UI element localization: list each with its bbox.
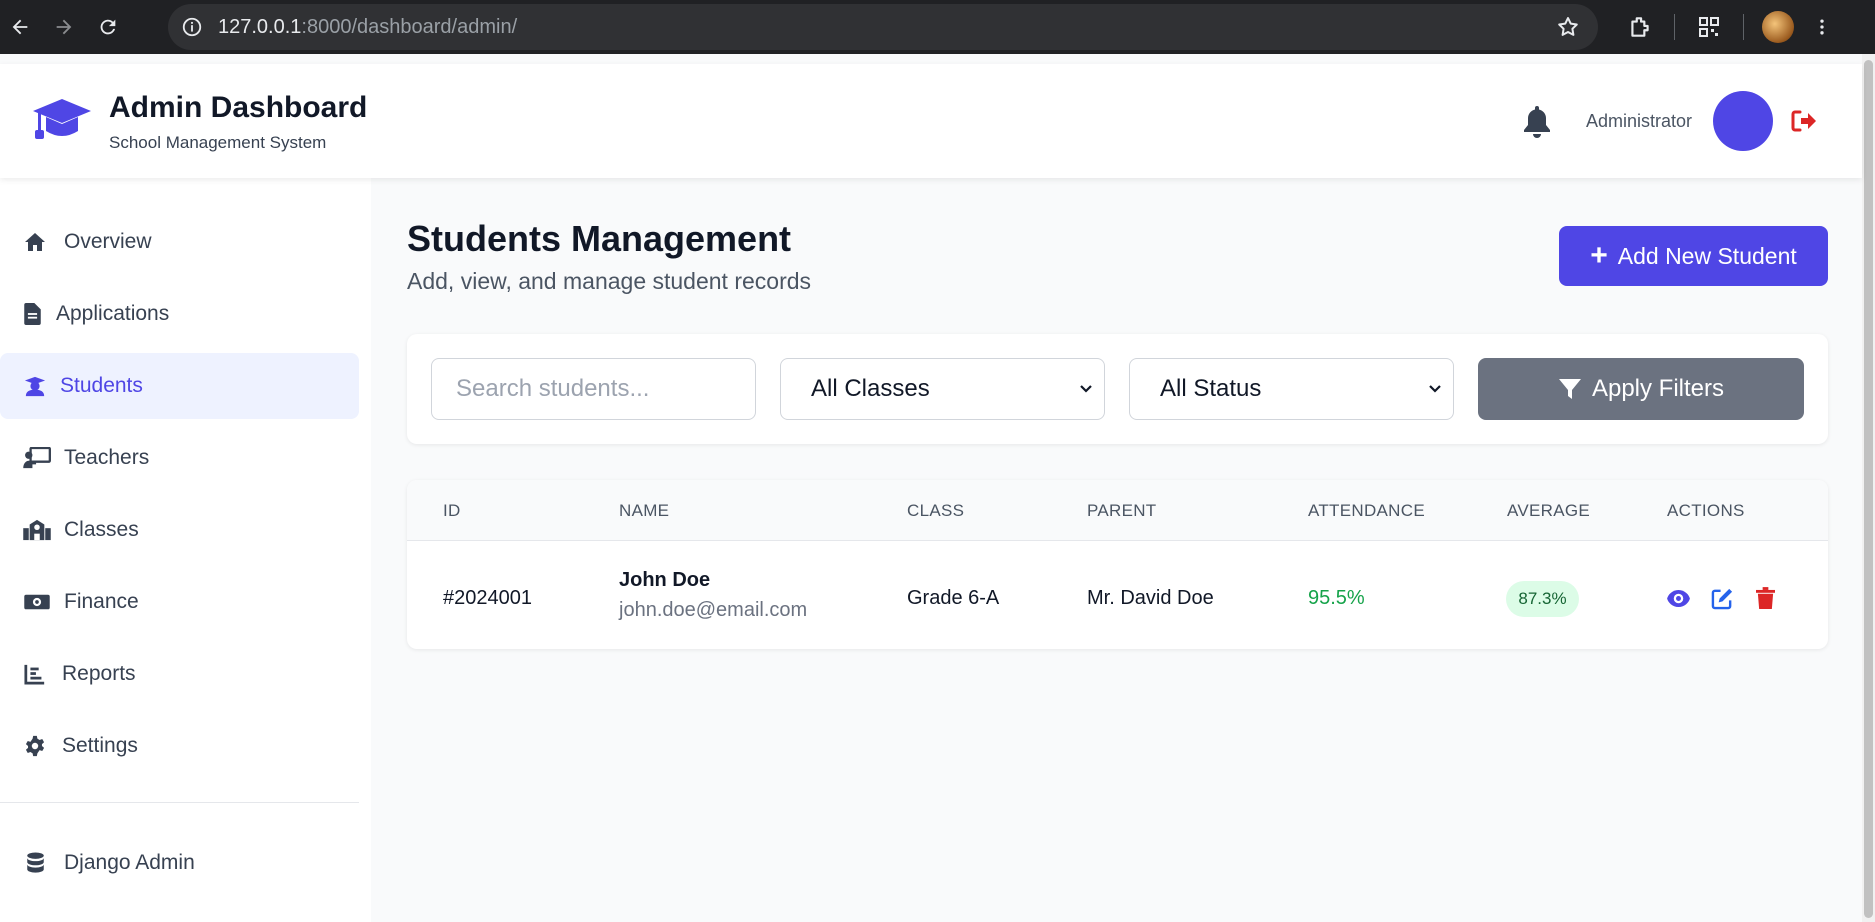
delete-trash-icon[interactable] — [1752, 585, 1778, 611]
students-table: ID NAME CLASS PARENT ATTENDANCE AVERAGE … — [407, 480, 1828, 649]
status-select-value: All Status — [1160, 375, 1262, 402]
user-avatar[interactable] — [1713, 91, 1773, 151]
column-header-name: NAME — [619, 501, 670, 520]
student-parent: Mr. David Doe — [1087, 587, 1214, 609]
student-email: john.doe@email.com — [619, 599, 808, 621]
extensions-icon[interactable] — [1620, 7, 1660, 47]
url-host: 127.0.0.1 — [218, 15, 302, 38]
user-name: Administrator — [1586, 111, 1693, 131]
bell-icon[interactable] — [1522, 104, 1552, 138]
back-icon[interactable] — [2, 9, 38, 45]
qr-code-icon[interactable] — [1689, 7, 1729, 47]
toolbar-divider — [1674, 14, 1675, 40]
apply-filters-button[interactable]: Apply Filters — [1478, 358, 1804, 420]
student-icon — [22, 373, 48, 399]
sidebar-item-applications[interactable]: Applications — [0, 281, 359, 347]
home-icon — [22, 229, 48, 255]
column-header-actions: ACTIONS — [1667, 501, 1745, 520]
student-average-badge: 87.3% — [1506, 581, 1579, 617]
plus-icon: + — [1590, 239, 1608, 272]
url-path: :8000/dashboard/admin/ — [301, 15, 518, 38]
sidebar-item-finance[interactable]: Finance — [0, 569, 359, 635]
sidebar-item-label: Settings — [62, 734, 138, 757]
browser-actions — [1620, 0, 1846, 54]
sidebar-item-label: Finance — [64, 590, 139, 613]
sidebar-item-label: Django Admin — [64, 851, 195, 874]
page-subtitle: Add, view, and manage student records — [407, 268, 812, 294]
student-name: John Doe — [619, 569, 711, 591]
app-header: Admin Dashboard School Management System… — [0, 64, 1862, 178]
bookmark-star-icon[interactable] — [1556, 15, 1580, 39]
column-header-average: AVERAGE — [1507, 501, 1591, 520]
forward-icon[interactable] — [46, 9, 82, 45]
sidebar-item-classes[interactable]: Classes — [0, 497, 359, 563]
sidebar-item-label: Teachers — [64, 446, 150, 469]
chevron-down-icon — [1429, 385, 1441, 393]
page-title: Students Management — [407, 218, 792, 259]
reload-icon[interactable] — [90, 9, 126, 45]
teacher-icon — [22, 445, 52, 471]
edit-icon[interactable] — [1709, 585, 1735, 611]
chart-icon — [22, 661, 48, 687]
column-header-attendance: ATTENDANCE — [1308, 501, 1425, 520]
logout-icon[interactable] — [1791, 109, 1817, 133]
database-icon — [22, 850, 48, 876]
search-input[interactable]: Search students... — [431, 358, 756, 420]
sidebar-divider — [0, 802, 359, 803]
sidebar-item-django-admin[interactable]: Django Admin — [0, 830, 359, 896]
apply-filters-label: Apply Filters — [1591, 375, 1725, 402]
chevron-down-icon — [1080, 385, 1092, 393]
filter-icon — [1558, 379, 1581, 399]
add-student-label: Add New Student — [1617, 242, 1797, 269]
toolbar-divider — [1743, 14, 1744, 40]
sidebar-item-label: Applications — [56, 302, 170, 325]
app-subtitle: School Management System — [109, 133, 327, 152]
status-select[interactable]: All Status — [1129, 358, 1454, 420]
gear-icon — [22, 733, 48, 759]
money-icon — [22, 589, 52, 615]
filter-panel: Search students... All Classes All Statu… — [407, 334, 1828, 444]
add-student-button[interactable]: + Add New Student — [1559, 226, 1828, 286]
sidebar-item-overview[interactable]: Overview — [0, 209, 359, 275]
student-id: #2024001 — [443, 587, 532, 609]
sidebar-item-reports[interactable]: Reports — [0, 641, 359, 707]
class-select-value: All Classes — [811, 375, 930, 402]
column-header-id: ID — [443, 501, 461, 520]
sidebar-item-label: Classes — [64, 518, 139, 541]
sidebar-item-label: Overview — [64, 230, 152, 253]
scrollbar-thumb[interactable] — [1864, 60, 1873, 918]
class-select[interactable]: All Classes — [780, 358, 1105, 420]
app-title: Admin Dashboard — [109, 91, 368, 124]
url-text: 127.0.0.1:8000/dashboard/admin/ — [218, 16, 517, 39]
search-placeholder: Search students... — [456, 375, 650, 402]
column-header-class: CLASS — [907, 501, 965, 520]
column-header-parent: PARENT — [1087, 501, 1157, 520]
school-icon — [22, 517, 52, 543]
sidebar-item-label: Reports — [62, 662, 136, 685]
table-header: ID NAME CLASS PARENT ATTENDANCE AVERAGE … — [407, 480, 1828, 541]
profile-avatar[interactable] — [1758, 7, 1798, 47]
graduation-cap-icon — [32, 97, 92, 143]
file-icon — [22, 301, 42, 327]
sidebar-item-teachers[interactable]: Teachers — [0, 425, 359, 491]
sidebar-item-students[interactable]: Students — [0, 353, 359, 419]
address-bar[interactable]: 127.0.0.1:8000/dashboard/admin/ — [168, 4, 1598, 50]
sidebar-item-label: Students — [60, 374, 143, 397]
student-class: Grade 6-A — [907, 587, 1000, 609]
page-scrollbar[interactable] — [1862, 54, 1875, 922]
view-eye-icon[interactable] — [1665, 585, 1691, 611]
sidebar-item-settings[interactable]: Settings — [0, 713, 359, 779]
student-attendance: 95.5% — [1308, 587, 1365, 609]
site-info-icon[interactable] — [180, 15, 204, 39]
sidebar: Overview Applications Students Teachers … — [0, 178, 371, 922]
kebab-menu-icon[interactable] — [1812, 7, 1832, 47]
